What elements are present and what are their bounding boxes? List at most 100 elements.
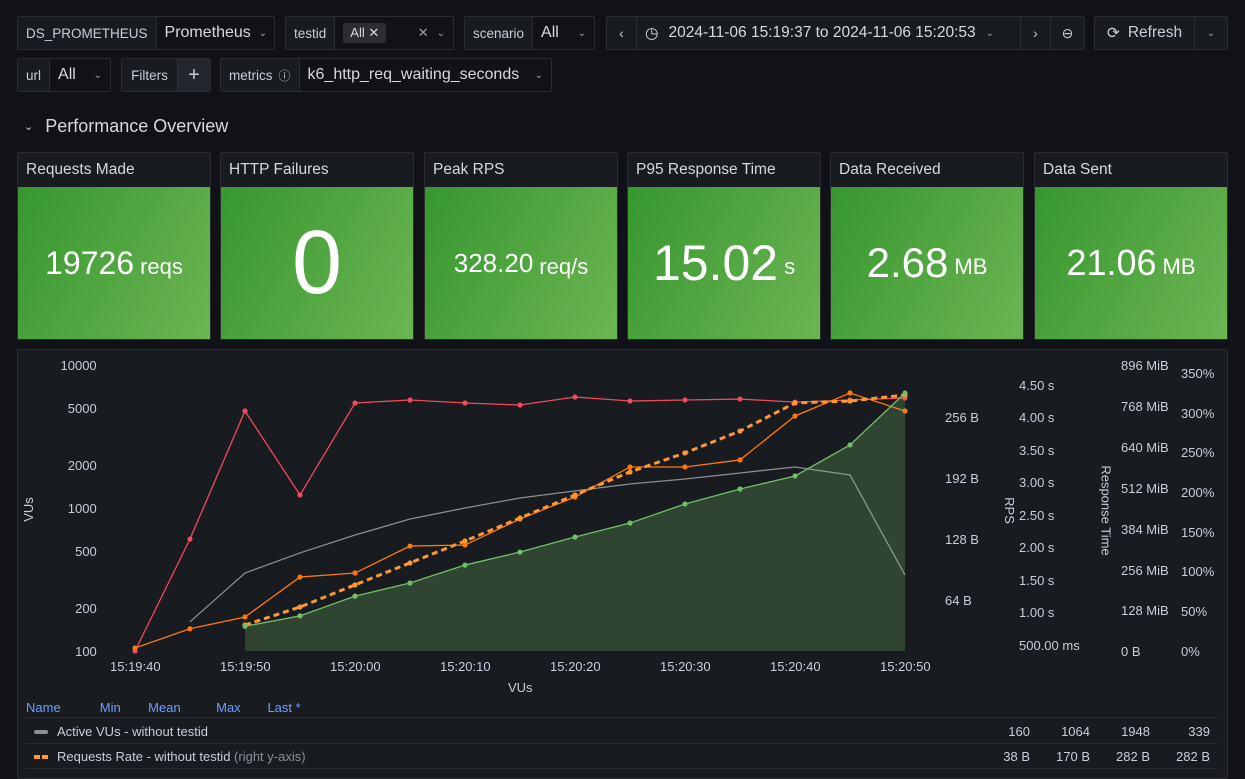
add-filter-button[interactable]: + xyxy=(178,59,210,91)
stat-value: 21.06 xyxy=(1066,242,1157,283)
axis-tick-label: 128 B xyxy=(945,532,979,547)
time-back-button[interactable]: ‹ xyxy=(607,17,637,49)
stat-value: 15.02 xyxy=(652,235,779,291)
legend-row[interactable]: Requests Rate - without testid (right y-… xyxy=(26,745,1218,769)
time-range-text: 2024-11-06 15:19:37 to 2024-11-06 15:20:… xyxy=(668,24,976,41)
testid-chip[interactable]: All ✕ xyxy=(343,23,387,43)
legend-swatch-icon xyxy=(34,729,48,734)
stat-panel[interactable]: Requests Made 19726 reqs xyxy=(17,152,211,340)
refresh-label: Refresh xyxy=(1127,24,1183,41)
legend-header-last[interactable]: Last * xyxy=(241,700,309,715)
x-axis-label: VUs xyxy=(508,680,533,695)
data-point-orange xyxy=(627,464,633,470)
clock-icon: ◷ xyxy=(645,24,659,42)
axis-tick-label: 4.00 s xyxy=(1019,410,1055,425)
data-point-red xyxy=(682,397,688,403)
refresh-button[interactable]: ⟳ Refresh xyxy=(1095,17,1195,49)
refresh-interval-dropdown[interactable]: ⌄ xyxy=(1195,17,1227,49)
legend-row[interactable]: Active VUs - without testid 160 1064 194… xyxy=(26,720,1218,744)
testid-chip-label: All xyxy=(350,25,365,40)
axis-tick-label: 15:19:40 xyxy=(110,659,161,674)
axis-tick-label: 0 B xyxy=(1121,644,1141,659)
stat-panel[interactable]: HTTP Failures 0 xyxy=(220,152,414,340)
legend-header-min[interactable]: Min xyxy=(61,700,121,715)
stat-value: 328.20 xyxy=(453,247,534,278)
axis-tick-label: 500 xyxy=(75,544,97,560)
axis-tick-label: 10000 xyxy=(60,358,97,373)
stat-title: HTTP Failures xyxy=(229,161,329,178)
row-title: Performance Overview xyxy=(45,116,229,136)
datasource-select[interactable]: Prometheus ⌄ xyxy=(157,17,276,49)
axis-tick-label: 64 B xyxy=(945,593,972,608)
data-point-orange xyxy=(132,645,138,651)
data-point-orange xyxy=(682,464,688,470)
axis-tick-label: 50% xyxy=(1181,604,1208,619)
clear-icon[interactable]: ✕ xyxy=(418,25,429,41)
data-point-green xyxy=(297,613,303,619)
scenario-select[interactable]: All ⌄ xyxy=(533,17,594,49)
testid-select[interactable]: All ✕ ✕ ⌄ xyxy=(335,17,453,49)
rps-axis-label: RPS xyxy=(1001,497,1017,524)
stat-body: 0 xyxy=(221,187,413,339)
time-forward-button[interactable]: › xyxy=(1020,17,1050,49)
data-point-orange_dashed xyxy=(792,400,798,406)
axis-tick-label: 15:20:20 xyxy=(550,659,601,674)
url-value: All xyxy=(58,66,76,83)
axis-tick-label: 3.50 s xyxy=(1019,443,1055,458)
series-area-green xyxy=(245,393,905,651)
legend-header-mean[interactable]: Mean xyxy=(121,700,181,715)
axis-tick-label: 256 MiB xyxy=(1121,563,1169,578)
data-point-green xyxy=(847,442,853,448)
data-point-orange xyxy=(407,543,413,549)
data-point-orange_dashed xyxy=(352,582,358,588)
data-point-orange_dashed xyxy=(572,492,578,498)
url-select[interactable]: All ⌄ xyxy=(50,59,110,91)
axis-tick-label: 192 B xyxy=(945,471,979,486)
row-performance-overview[interactable]: ⌄ Performance Overview xyxy=(24,116,228,137)
response-time-axis-label: Response Time xyxy=(1098,465,1114,556)
data-point-red xyxy=(627,398,633,404)
data-point-red xyxy=(462,400,468,406)
legend-swatch-icon xyxy=(34,754,48,759)
stat-title: Requests Made xyxy=(26,161,135,178)
metrics-select[interactable]: k6_http_req_waiting_seconds ⌄ xyxy=(300,59,551,91)
chevron-down-icon: ⌄ xyxy=(93,69,102,81)
info-icon[interactable]: ⓘ xyxy=(279,67,291,84)
metrics-label-box: metrics ⓘ xyxy=(221,59,300,91)
axis-tick-label: 2.00 s xyxy=(1019,540,1055,555)
url-variable: url All ⌄ xyxy=(17,58,111,92)
close-icon[interactable]: ✕ xyxy=(368,25,379,40)
legend-mean: 170 B xyxy=(1056,749,1090,764)
data-point-orange_dashed xyxy=(517,515,523,521)
axis-tick-label: 128 MiB xyxy=(1121,603,1169,618)
zoom-out-icon[interactable]: ⊖ xyxy=(1050,17,1084,49)
time-range-button[interactable]: ◷ 2024-11-06 15:19:37 to 2024-11-06 15:20… xyxy=(637,17,1020,49)
stat-panel[interactable]: Peak RPS 328.20 req/s xyxy=(424,152,618,340)
legend-series-name: Requests Rate - without testid xyxy=(57,749,231,764)
axis-tick-label: 200% xyxy=(1181,485,1215,500)
axis-tick-label: 384 MiB xyxy=(1121,522,1169,537)
axis-tick-label: 1.00 s xyxy=(1019,605,1055,620)
stat-value: 19726 xyxy=(45,244,135,281)
axis-tick-label: 1.50 s xyxy=(1019,573,1055,588)
axis-tick-label: 15:20:00 xyxy=(330,659,381,674)
data-point-orange_dashed xyxy=(407,560,413,566)
stat-unit: s xyxy=(784,254,796,279)
axis-tick-label: 300% xyxy=(1181,406,1215,421)
stat-panel[interactable]: Data Received 2.68 MB xyxy=(830,152,1024,340)
axis-tick-label: 100 xyxy=(75,644,97,659)
url-label: url xyxy=(18,59,51,91)
axis-tick-label: 15:20:30 xyxy=(660,659,711,674)
data-point-green xyxy=(242,623,248,629)
stat-panel[interactable]: Data Sent 21.06 MB xyxy=(1034,152,1228,340)
filters-variable: Filters + xyxy=(121,58,211,92)
legend-header-name[interactable]: Name xyxy=(26,700,61,715)
data-point-orange_dashed xyxy=(462,538,468,544)
stat-value: 0 xyxy=(291,212,343,313)
axis-tick-label: 2.50 s xyxy=(1019,508,1055,523)
legend-header-max[interactable]: Max xyxy=(181,700,241,715)
axis-tick-label: 2000 xyxy=(67,457,97,473)
chevron-down-icon: ⌄ xyxy=(577,27,586,39)
stat-panel[interactable]: P95 Response Time 15.02 s xyxy=(627,152,821,340)
chevron-down-icon: ⌄ xyxy=(985,27,995,39)
